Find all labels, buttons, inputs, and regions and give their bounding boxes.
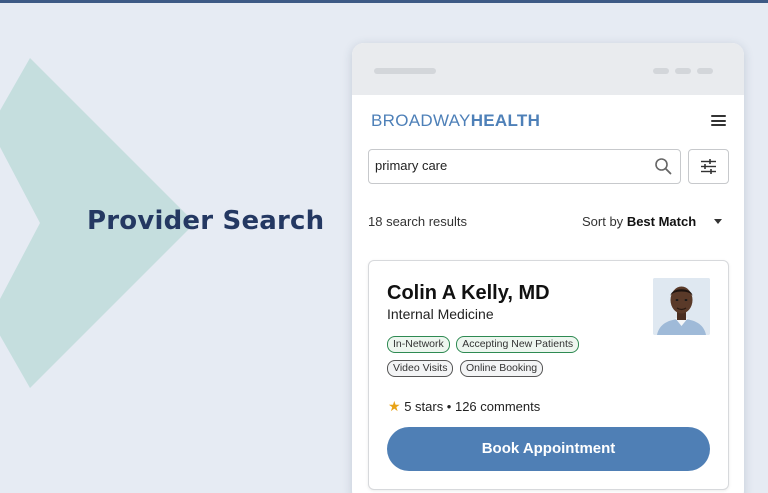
- caret-down-icon: [713, 219, 722, 225]
- address-bar-placeholder: [374, 68, 436, 74]
- tag-video-visits: Video Visits: [387, 360, 454, 377]
- browser-chrome: [352, 43, 744, 95]
- sort-dropdown[interactable]: Sort by Best Match: [582, 214, 722, 229]
- window-control: [675, 68, 691, 74]
- broadway-health-logo[interactable]: BROADWAYHEALTH: [371, 111, 540, 131]
- search-icon[interactable]: [654, 157, 672, 175]
- tag-online-booking: Online Booking: [459, 360, 544, 377]
- tag-accepting-new-patients: Accepting New Patients: [456, 336, 580, 353]
- hamburger-menu-icon[interactable]: [711, 115, 726, 126]
- sort-value: Best Match: [626, 214, 697, 229]
- filter-button[interactable]: [688, 149, 729, 184]
- search-input[interactable]: [375, 158, 645, 173]
- window-control: [697, 68, 713, 74]
- hero-title: Provider Search: [87, 206, 325, 236]
- provider-card[interactable]: Colin A Kelly, MD Internal Medicine In-N…: [368, 260, 729, 490]
- window-control: [653, 68, 669, 74]
- star-icon: ★: [388, 398, 401, 414]
- tag-in-network: In-Network: [387, 336, 450, 353]
- provider-name[interactable]: Colin A Kelly, MD: [387, 282, 550, 305]
- provider-tags: In-Network Accepting New Patients Video …: [387, 334, 647, 382]
- provider-photo: [653, 278, 710, 335]
- book-appointment-button[interactable]: Book Appointment: [387, 427, 710, 471]
- results-count: 18 search results: [368, 214, 467, 229]
- rating-text: 5 stars • 126 comments: [404, 399, 541, 414]
- search-field[interactable]: [368, 149, 681, 184]
- provider-rating: ★ 5 stars • 126 comments: [388, 398, 540, 415]
- sliders-icon: [701, 159, 716, 174]
- provider-specialty: Internal Medicine: [387, 306, 494, 322]
- app-header: BROADWAYHEALTH: [352, 95, 744, 143]
- mobile-app-window: BROADWAYHEALTH 18 search results Sort by…: [352, 43, 744, 493]
